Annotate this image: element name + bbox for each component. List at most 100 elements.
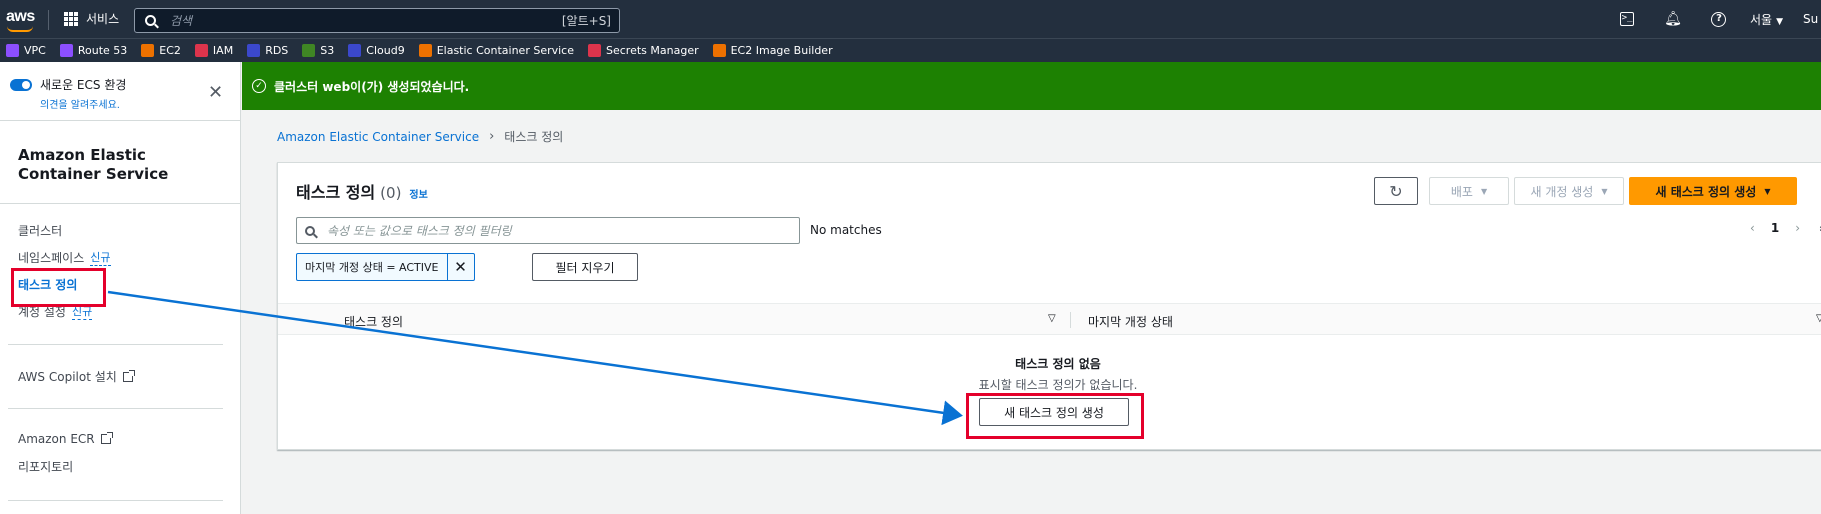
region-label: 서울 [1749, 12, 1773, 27]
favorite-s3[interactable]: S3 [302, 44, 334, 57]
annotation-box-button [966, 393, 1144, 439]
sidebar-item-label: Amazon ECR [18, 432, 95, 446]
favorite-route53[interactable]: Route 53 [59, 44, 128, 57]
filter-token: 마지막 개정 상태 = ACTIVE ✕ [296, 253, 475, 281]
create-revision-button[interactable]: 새 개정 생성 ▼ [1514, 177, 1624, 205]
nav-divider [48, 10, 49, 30]
s3-icon [302, 44, 316, 57]
create-task-definition-label: 새 태스크 정의 생성 [1655, 184, 1757, 199]
divider [8, 344, 223, 345]
feedback-link[interactable]: 의견을 알려주세요. [40, 96, 126, 111]
favorite-label: S3 [320, 44, 335, 57]
rds-icon [247, 44, 261, 57]
services-label: 서비스 [86, 12, 120, 26]
sidebar-item-copilot[interactable]: AWS Copilot 설치 [18, 368, 135, 385]
top-navigation: aws 서비스 검색 [알트+S] >_ 🔔︎ ? 서울 ▼ Su [0, 0, 1821, 38]
sidebar-item-ecr[interactable]: Amazon ECR [18, 432, 113, 446]
divider [0, 203, 241, 204]
sort-down-icon[interactable]: ▽ [1816, 313, 1821, 324]
search-placeholder: 검색 [170, 14, 193, 28]
favorite-label: IAM [212, 44, 234, 57]
clear-filters-button[interactable]: 필터 지우기 [532, 253, 638, 281]
match-count: No matches [810, 223, 882, 237]
favorite-ec2-image-builder[interactable]: EC2 Image Builder [712, 44, 833, 57]
favorite-cloud9[interactable]: Cloud9 [348, 44, 405, 57]
ec2-image-builder-icon [712, 44, 726, 57]
divider [8, 408, 223, 409]
panel-count: (0) [380, 184, 402, 202]
deploy-button[interactable]: 배포 ▼ [1429, 177, 1509, 205]
sidebar-item-label: AWS Copilot 설치 [18, 370, 117, 384]
close-icon[interactable]: ✕ [448, 258, 474, 276]
filter-token-label[interactable]: 마지막 개정 상태 = ACTIVE [297, 254, 448, 280]
favorite-iam[interactable]: IAM [194, 44, 234, 57]
chevron-right-icon[interactable]: › [1795, 221, 1800, 235]
services-menu-button[interactable]: 서비스 [64, 10, 119, 27]
aws-logo[interactable]: aws [6, 8, 35, 26]
caret-down-icon: ▼ [1776, 16, 1783, 27]
annotation-box-sidebar [11, 268, 106, 307]
favorite-vpc[interactable]: VPC [6, 44, 46, 57]
favorites-bar: VPC Route 53 EC2 IAM RDS S3 Cloud9 Elast… [0, 38, 1821, 62]
refresh-button[interactable]: ↻ [1374, 177, 1418, 205]
favorite-label: Route 53 [77, 44, 128, 57]
create-revision-label: 새 개정 생성 [1530, 184, 1594, 199]
create-task-definition-button[interactable]: 새 태스크 정의 생성 ▼ [1629, 177, 1797, 205]
search-icon [305, 225, 315, 236]
iam-icon [194, 44, 208, 57]
empty-state-title: 태스크 정의 없음 [1015, 357, 1101, 371]
column-divider [1070, 312, 1071, 328]
notifications-button[interactable]: 🔔︎ [1650, 0, 1696, 38]
breadcrumb-current: 태스크 정의 [504, 130, 564, 144]
favorite-ecs[interactable]: Elastic Container Service [418, 44, 574, 57]
filter-input[interactable]: 속성 또는 값으로 태스크 정의 필터링 [296, 217, 800, 244]
bell-icon: 🔔︎ [1664, 11, 1682, 27]
flash-message: 클러스터 web이(가) 생성되었습니다. [274, 79, 470, 94]
help-button[interactable]: ? [1696, 0, 1742, 38]
column-header-task-definition[interactable]: 태스크 정의 [344, 313, 403, 330]
page-number[interactable]: 1 [1771, 221, 1779, 235]
close-icon[interactable]: ✕ [208, 82, 223, 103]
chevron-left-icon[interactable]: ‹ [1750, 221, 1755, 235]
cloud9-icon [348, 44, 362, 57]
sidebar-title: Amazon Elastic Container Service [18, 146, 169, 183]
toggle-text: 새로운 ECS 환경 의견을 알려주세요. [40, 76, 126, 111]
cloudshell-button[interactable]: >_ [1604, 0, 1650, 38]
favorite-label: RDS [265, 44, 289, 57]
pagination: ‹ 1 › [1750, 221, 1800, 235]
sidebar-item-label: 리포지토리 [18, 460, 74, 474]
divider [8, 500, 223, 501]
nav-right-group: >_ 🔔︎ ? 서울 ▼ Su [1604, 0, 1821, 38]
favorite-ec2[interactable]: EC2 [141, 44, 181, 57]
filter-placeholder: 속성 또는 값으로 태스크 정의 필터링 [327, 224, 512, 238]
sidebar-item-label: 네임스페이스 [18, 251, 85, 265]
breadcrumb: Amazon Elastic Container Service › 태스크 정… [277, 128, 563, 145]
column-header-latest-revision-status[interactable]: 마지막 개정 상태 [1088, 313, 1173, 330]
refresh-icon: ↻ [1389, 181, 1403, 201]
sidebar-item-label: 클러스터 [18, 224, 63, 238]
global-search-input[interactable]: 검색 [알트+S] [134, 8, 620, 33]
account-menu[interactable]: Su [1803, 12, 1821, 26]
caret-down-icon: ▼ [1764, 186, 1771, 196]
breadcrumb-root-link[interactable]: Amazon Elastic Container Service [277, 130, 479, 144]
sort-down-icon[interactable]: ▽ [1048, 313, 1056, 324]
new-ecs-toggle[interactable] [10, 79, 32, 91]
favorite-secrets-manager[interactable]: Secrets Manager [588, 44, 699, 57]
favorite-label: EC2 Image Builder [730, 44, 833, 57]
favorite-label: Cloud9 [366, 44, 405, 57]
panel-title-row: 태스크 정의 (0) 정보 [296, 179, 428, 203]
aws-logo-smile [7, 26, 33, 32]
region-selector[interactable]: 서울 ▼ [1750, 11, 1783, 28]
sidebar-item-clusters[interactable]: 클러스터 [18, 222, 62, 239]
terminal-icon: >_ [1619, 12, 1634, 26]
sidebar-item-namespaces[interactable]: 네임스페이스 신규 [18, 249, 111, 266]
sidebar-item-repositories[interactable]: 리포지토리 [18, 458, 73, 475]
panel-title: 태스크 정의 [296, 183, 376, 202]
favorite-rds[interactable]: RDS [247, 44, 288, 57]
chevron-right-icon: › [489, 129, 495, 144]
new-badge: 신규 [90, 251, 111, 266]
favorite-label: VPC [24, 44, 46, 57]
new-ecs-toggle-row: 새로운 ECS 환경 의견을 알려주세요. [10, 76, 126, 111]
info-link[interactable]: 정보 [409, 186, 427, 201]
toggle-label: 새로운 ECS 환경 [40, 78, 127, 92]
